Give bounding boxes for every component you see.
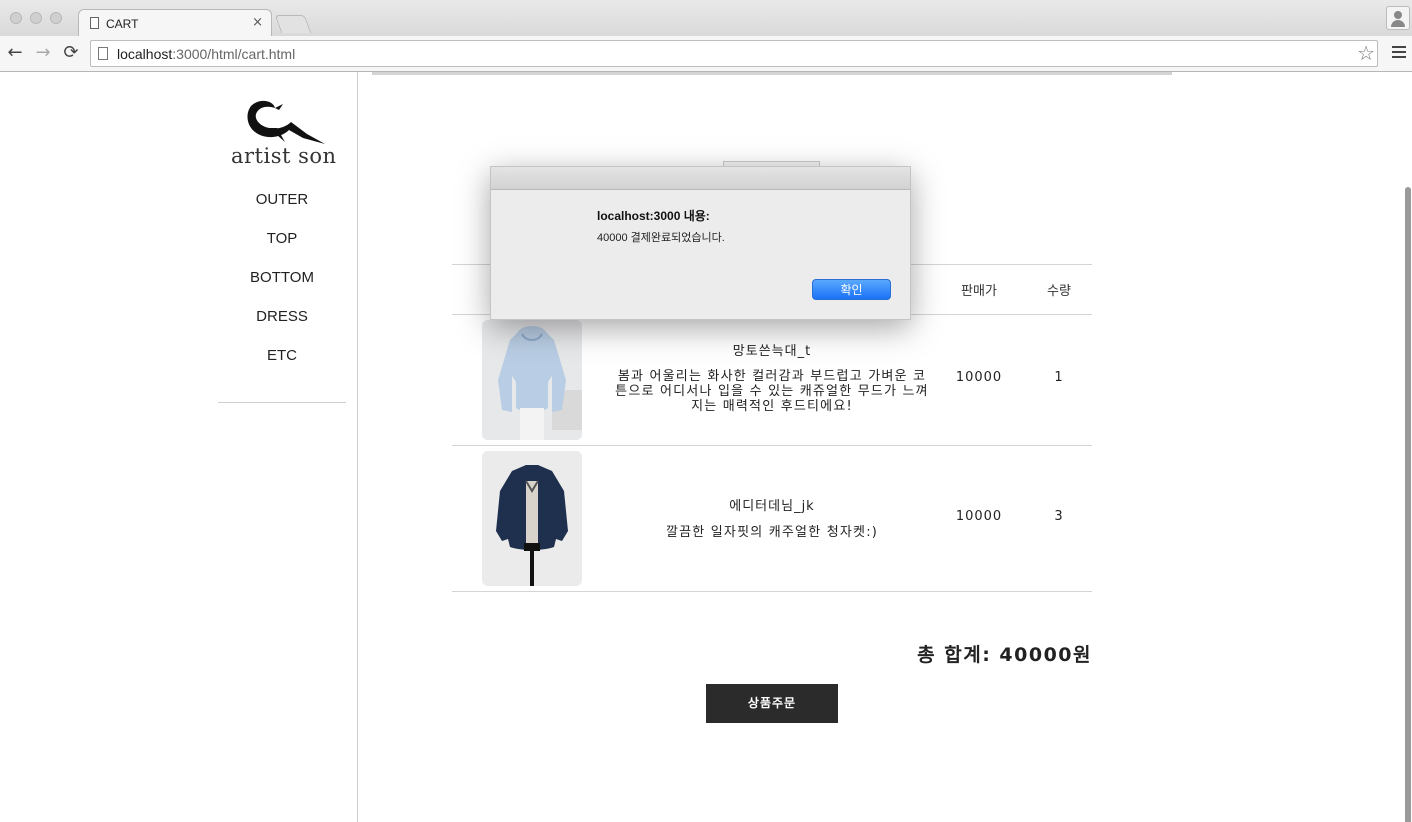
forward-arrow-icon[interactable]: → [32, 42, 54, 64]
nav-item-etc[interactable]: ETC [222, 346, 342, 385]
quantity-header: 수량 [1047, 284, 1071, 299]
user-icon [1394, 11, 1402, 19]
cart-total: 총 합계: 40000원 [917, 644, 1092, 666]
page-icon [90, 17, 99, 29]
nav-item-outer[interactable]: OUTER [222, 190, 342, 229]
profile-button[interactable] [1386, 6, 1410, 30]
dialog-message: 40000 결제완료되었습니다. [597, 232, 725, 244]
minimize-window-button[interactable] [30, 12, 42, 24]
product-image[interactable] [482, 451, 582, 586]
scrollbar[interactable] [1405, 187, 1411, 822]
product-quantity: 3 [1054, 509, 1064, 524]
new-tab-button[interactable] [274, 15, 312, 33]
product-description: 봄과 어울리는 화사한 컬러감과 부드럽고 가벼운 코튼으로 어디서나 입을 수… [615, 369, 929, 414]
dialog-titlebar [491, 167, 910, 190]
category-nav: OUTER TOP BOTTOM DRESS ETC [222, 190, 342, 385]
hamburger-menu-icon[interactable] [1392, 46, 1406, 60]
product-name[interactable]: 에디터데님_jk [612, 495, 932, 514]
dialog-heading: localhost:3000 내용: [597, 209, 710, 223]
bird-logo-icon [247, 100, 325, 144]
nav-item-dress[interactable]: DRESS [222, 307, 342, 346]
price-header: 판매가 [961, 284, 997, 299]
reload-icon[interactable]: ⟳ [60, 42, 82, 64]
product-quantity: 1 [1054, 370, 1064, 385]
product-image[interactable] [482, 320, 582, 440]
tab-title: CART [106, 17, 139, 31]
nav-item-bottom[interactable]: BOTTOM [222, 268, 342, 307]
header-divider [372, 72, 1172, 75]
order-button[interactable]: 상품주문 [706, 684, 838, 723]
product-description: 깔끔한 일자핏의 캐주얼한 청자켓:) [665, 525, 879, 540]
zoom-window-button[interactable] [50, 12, 62, 24]
address-bar[interactable]: localhost:3000/html/cart.html ☆ [90, 40, 1378, 67]
browser-toolbar: ← → ⟳ localhost:3000/html/cart.html ☆ [0, 36, 1412, 72]
brand-name: artist son [231, 144, 337, 168]
brand-logo[interactable]: artist son [229, 98, 336, 170]
product-price: 10000 [955, 370, 1003, 385]
url-text[interactable]: localhost:3000/html/cart.html [117, 46, 295, 62]
browser-tab[interactable]: CART × [78, 9, 272, 37]
product-price: 10000 [955, 509, 1003, 524]
sidebar-divider [357, 72, 358, 822]
bookmark-star-icon[interactable]: ☆ [1357, 41, 1375, 65]
product-name[interactable]: 망토쓴늑대_t [612, 340, 932, 359]
close-window-button[interactable] [10, 12, 22, 24]
back-arrow-icon[interactable]: ← [4, 42, 26, 64]
page-icon [98, 47, 108, 60]
tab-close-icon[interactable]: × [252, 15, 263, 30]
nav-divider [218, 402, 346, 403]
nav-item-top[interactable]: TOP [222, 229, 342, 268]
alert-dialog: localhost:3000 내용: 40000 결제완료되었습니다. 확인 [490, 166, 911, 320]
browser-titlebar: CART × [0, 0, 1412, 37]
dialog-ok-button[interactable]: 확인 [812, 279, 891, 300]
